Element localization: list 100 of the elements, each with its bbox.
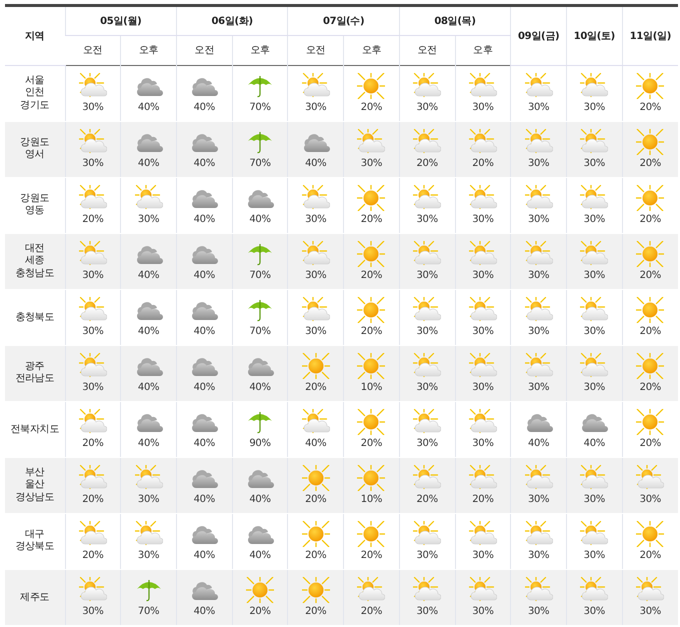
region-name: 전북자치도 xyxy=(10,424,59,436)
sun-behind-cloud-icon xyxy=(413,464,442,490)
rain-chance: 30% xyxy=(528,212,550,226)
sun-behind-cloud-icon xyxy=(302,296,330,322)
sun-behind-cloud-icon xyxy=(78,128,107,154)
sun-icon xyxy=(246,576,274,602)
sun-behind-cloud-icon xyxy=(78,576,107,602)
sun-behind-cloud-icon xyxy=(580,128,608,154)
sun-icon xyxy=(636,240,664,266)
rain-chance: 30% xyxy=(82,156,104,170)
rain-chance: 30% xyxy=(472,268,494,282)
sun-behind-cloud-icon xyxy=(302,72,330,98)
sun-behind-cloud-icon xyxy=(78,72,107,98)
rain-chance: 20% xyxy=(360,100,382,114)
sun-behind-cloud-icon xyxy=(468,520,497,546)
sun-behind-cloud-icon xyxy=(413,576,442,602)
sun-icon xyxy=(636,408,664,434)
sun-icon xyxy=(302,352,330,378)
rain-chance: 30% xyxy=(416,436,438,450)
region-name: 제주도 xyxy=(20,592,50,604)
rain-chance: 30% xyxy=(472,436,494,450)
rain-chance: 30% xyxy=(584,156,605,170)
sun-behind-cloud-icon xyxy=(580,296,608,322)
rain-chance: 30% xyxy=(640,604,661,618)
sun-behind-cloud-icon xyxy=(580,576,608,602)
rain-chance: 20% xyxy=(305,604,326,618)
sun-behind-cloud-icon xyxy=(468,408,497,434)
rain-chance: 20% xyxy=(416,156,438,170)
rain-chance: 40% xyxy=(584,436,605,450)
sun-icon xyxy=(302,464,330,490)
rain-chance: 20% xyxy=(416,492,438,506)
region-name: 강원도 영동 xyxy=(20,192,50,218)
region-name: 강원도 영서 xyxy=(20,136,50,162)
sun-icon xyxy=(636,184,664,210)
rain-chance: 20% xyxy=(82,548,104,562)
rain-chance: 30% xyxy=(472,548,494,562)
sun-behind-cloud-icon xyxy=(134,520,163,546)
sun-behind-cloud-icon xyxy=(524,520,553,546)
sun-icon xyxy=(636,352,664,378)
rain-chance: 30% xyxy=(584,492,605,506)
column-heading: 지역 xyxy=(25,30,44,42)
rain-chance: 40% xyxy=(138,380,160,394)
period-heading: 오전 xyxy=(417,45,437,56)
rain-chance: 30% xyxy=(138,212,160,226)
sun-behind-cloud-icon xyxy=(413,352,442,378)
sun-icon xyxy=(357,408,386,434)
rain-chance: 70% xyxy=(138,604,160,618)
sun-icon xyxy=(636,296,664,322)
rain-chance: 30% xyxy=(305,212,326,226)
period-heading: 오후 xyxy=(473,45,493,56)
rain-chance: 30% xyxy=(472,604,494,618)
rain-chance: 30% xyxy=(584,604,605,618)
period-heading: 오전 xyxy=(194,45,214,56)
rain-chance: 70% xyxy=(249,100,271,114)
region-name: 부산 울산 경상남도 xyxy=(15,466,54,504)
rain-chance: 20% xyxy=(360,548,382,562)
date-heading: 06일(화) xyxy=(212,16,253,26)
rain-chance: 40% xyxy=(138,156,160,170)
rain-chance: 10% xyxy=(360,492,382,506)
rain-chance: 30% xyxy=(528,156,550,170)
date-heading: 05일(월) xyxy=(100,16,142,26)
period-heading: 오전 xyxy=(306,45,326,56)
rain-chance: 30% xyxy=(416,268,438,282)
rain-chance: 40% xyxy=(305,436,326,450)
rain-chance: 30% xyxy=(416,380,438,394)
rain-chance: 40% xyxy=(249,548,271,562)
sun-icon xyxy=(636,520,664,546)
sun-icon xyxy=(357,520,386,546)
rain-chance: 30% xyxy=(305,100,326,114)
rain-chance: 30% xyxy=(82,380,104,394)
rain-chance: 40% xyxy=(194,156,215,170)
rain-chance: 20% xyxy=(640,380,661,394)
rain-chance: 30% xyxy=(528,548,550,562)
sun-behind-cloud-icon xyxy=(134,184,163,210)
rain-chance: 40% xyxy=(194,324,215,338)
rain-chance: 20% xyxy=(82,212,104,226)
period-heading: 오후 xyxy=(138,45,158,56)
rain-chance: 30% xyxy=(472,212,494,226)
rain-chance: 30% xyxy=(528,380,550,394)
sun-behind-cloud-icon xyxy=(524,240,553,266)
sun-behind-cloud-icon xyxy=(78,240,107,266)
sun-behind-cloud-icon xyxy=(580,352,608,378)
sun-behind-cloud-icon xyxy=(302,240,330,266)
sun-icon xyxy=(357,352,386,378)
rain-chance: 30% xyxy=(528,604,550,618)
rain-chance: 70% xyxy=(249,268,271,282)
sun-behind-cloud-icon xyxy=(413,72,442,98)
rain-chance: 40% xyxy=(194,268,215,282)
date-heading: 08일(목) xyxy=(434,16,476,26)
rain-chance: 40% xyxy=(138,268,160,282)
rain-chance: 40% xyxy=(138,100,160,114)
rain-chance: 20% xyxy=(640,548,661,562)
rain-chance: 30% xyxy=(360,156,382,170)
rain-chance: 30% xyxy=(472,324,494,338)
rain-chance: 20% xyxy=(305,380,326,394)
period-heading: 오후 xyxy=(250,45,270,56)
region-name: 광주 전라남도 xyxy=(15,360,54,386)
rain-chance: 30% xyxy=(416,100,438,114)
date-heading: 11일(일) xyxy=(630,30,671,42)
rain-chance: 20% xyxy=(360,604,382,618)
